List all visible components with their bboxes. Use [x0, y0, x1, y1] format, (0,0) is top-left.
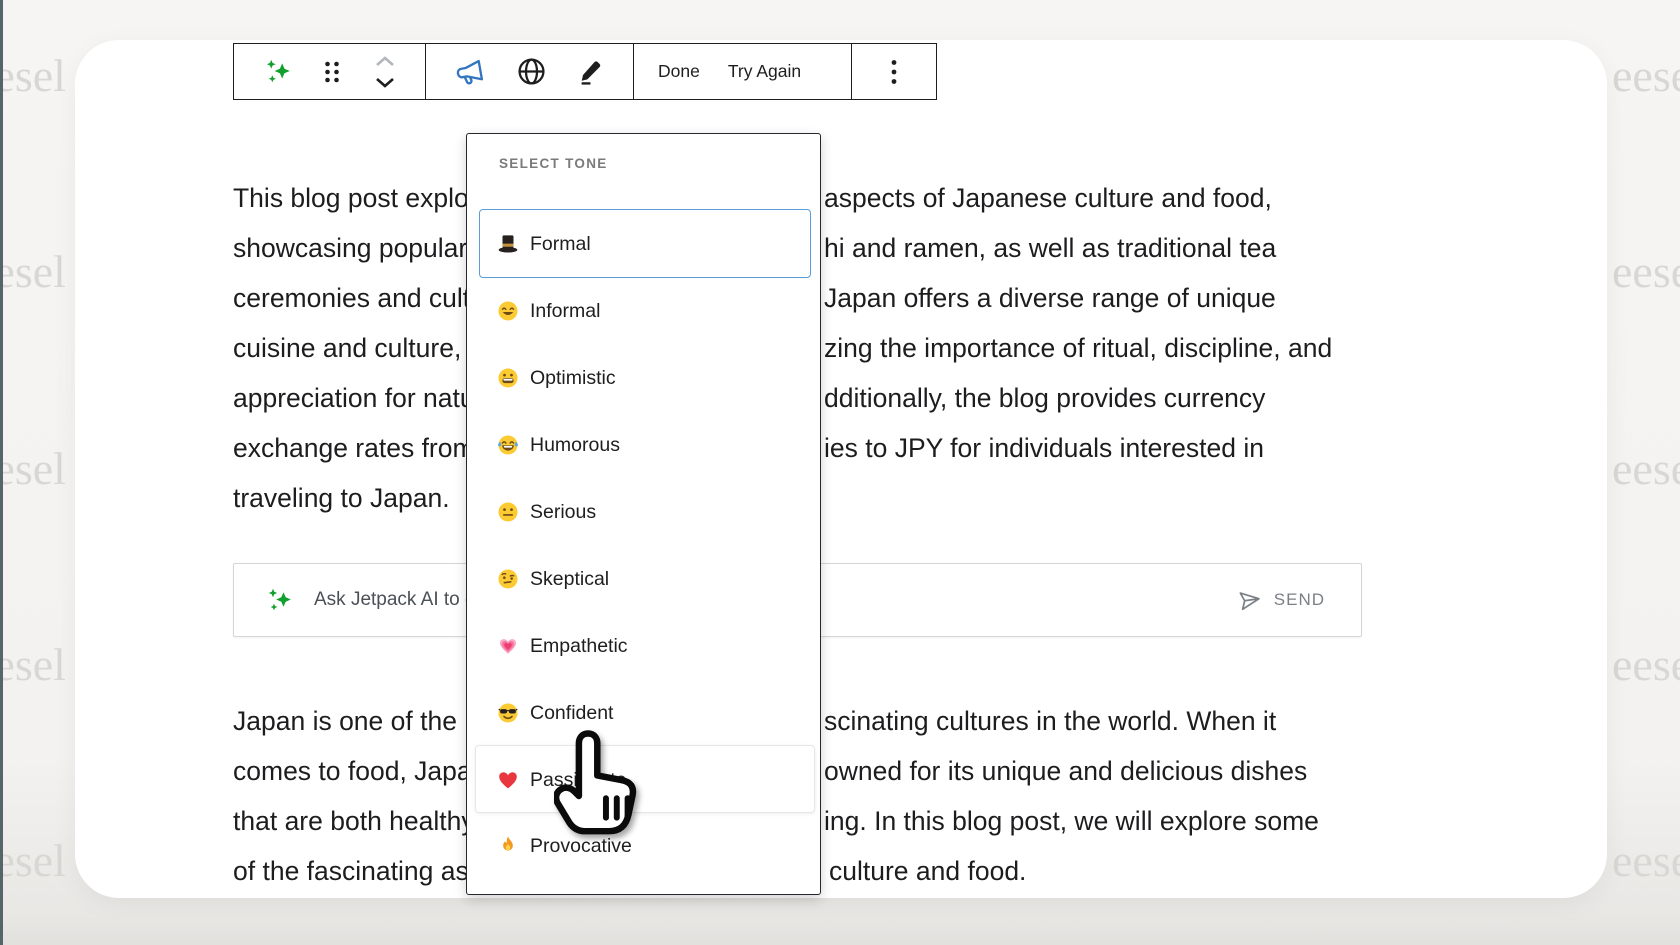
paragraph-line-left-fragment: showcasing popular dishes like sus [233, 223, 466, 273]
watermark-text: eesel [1612, 245, 1680, 298]
more-options-button[interactable] [888, 56, 900, 88]
translate-button[interactable] [514, 54, 549, 89]
drag-handle-icon [322, 59, 342, 85]
watermark-text: eesel [0, 49, 66, 102]
red-heart-icon [497, 769, 519, 791]
paragraph-line-right-fragment: aspects of Japanese culture and food, [824, 173, 1272, 223]
paragraph-line-right-fragment: owned for its unique and delicious dishe… [824, 746, 1307, 796]
tone-option-empathetic[interactable]: Empathetic [467, 629, 820, 663]
sunglasses-face-icon [497, 702, 519, 724]
send-button[interactable]: SEND [1238, 588, 1361, 612]
tone-option-serious[interactable]: Serious [467, 495, 820, 529]
try-again-button[interactable]: Try Again [728, 61, 801, 82]
move-block-controls [372, 54, 398, 90]
tone-option-optimistic[interactable]: Optimistic [467, 361, 820, 395]
paragraph-line-right-fragment: ing. In this blog post, we will explore … [824, 796, 1319, 846]
jetpack-ai-sparkles-icon [264, 58, 291, 85]
tone-option-label: Serious [530, 501, 596, 524]
paragraph-line-left-fragment: ceremonies and cultural practices. [233, 273, 466, 323]
edit-button[interactable] [575, 56, 607, 88]
toolbar-group-ai-actions [426, 44, 634, 99]
smiling-face-icon [497, 300, 519, 322]
globe-translate-icon [516, 56, 547, 87]
grinning-face-icon [497, 367, 519, 389]
toolbar-group-more [852, 44, 936, 99]
jetpack-ai-sparkles-icon [266, 587, 292, 613]
paragraph-line-right-fragment: Japan offers a diverse range of unique [824, 273, 1276, 323]
paragraph-line-left-fragment: This blog post explores various [233, 173, 466, 223]
neutral-face-icon [497, 501, 519, 523]
growing-heart-icon [497, 635, 519, 657]
tone-option-label: Humorous [530, 434, 620, 457]
move-down-button[interactable] [372, 75, 398, 90]
fire-icon [497, 835, 519, 857]
watermark-text: eesel [1612, 49, 1680, 102]
send-plane-icon [1238, 588, 1262, 612]
tone-button[interactable] [452, 54, 488, 90]
kebab-menu-icon [890, 58, 898, 86]
toolbar-group-block [234, 44, 426, 99]
tone-option-label: Confident [530, 702, 613, 725]
top-hat-icon [497, 233, 519, 255]
tone-option-label: Skeptical [530, 568, 609, 591]
joy-face-icon [497, 434, 519, 456]
watermark-text: eesel [1612, 638, 1680, 691]
window-left-edge [0, 0, 3, 945]
toolbar-group-actions: Done Try Again [634, 44, 852, 99]
drag-handle-button[interactable] [320, 57, 344, 87]
paragraph-line-left-fragment: Japan is one of the most fa [233, 696, 466, 746]
move-down-icon [374, 77, 396, 88]
tone-option-formal[interactable]: Formal [467, 227, 820, 261]
watermark-text: eesel [1612, 442, 1680, 495]
move-up-icon [374, 56, 396, 67]
jetpack-ai-block-button[interactable] [262, 56, 293, 87]
paragraph-line-left-fragment: appreciation for nature and art. A [233, 373, 466, 423]
raised-eyebrow-face-icon [497, 568, 519, 590]
done-button[interactable]: Done [658, 61, 700, 82]
paragraph-line-right-fragment: scinating cultures in the world. When it [824, 696, 1276, 746]
watermark-text: eesel [0, 245, 66, 298]
paragraph-line-left-fragment: that are both healthy and appetiz [233, 796, 466, 846]
paragraph-line-left-fragment: cuisine and culture, emphasi [233, 323, 466, 373]
paragraph-line-right-fragment: hi and ramen, as well as traditional tea [824, 223, 1276, 273]
select-tone-header: SELECT TONE [499, 156, 608, 171]
paragraph-line-left-fragment: exchange rates from various currenc [233, 423, 466, 473]
paragraph-line-right-fragment: ies to JPY for individuals interested in [824, 423, 1264, 473]
paragraph-line-right-fragment: zing the importance of ritual, disciplin… [824, 323, 1332, 373]
megaphone-tone-icon [454, 56, 486, 88]
tone-option-humorous[interactable]: Humorous [467, 428, 820, 462]
paragraph-line-left-fragment: of the fascinating aspects of Japanese [233, 846, 466, 896]
tone-option-confident[interactable]: Confident [467, 696, 820, 730]
paragraph-line-left-fragment: traveling to Japan. [233, 473, 466, 523]
move-up-button[interactable] [372, 54, 398, 69]
tone-option-label: Informal [530, 300, 600, 323]
send-label: SEND [1274, 590, 1325, 610]
pencil-edit-icon [577, 58, 605, 86]
tone-option-skeptical[interactable]: Skeptical [467, 562, 820, 596]
tone-option-label: Formal [530, 233, 591, 256]
watermark-text: eesel [0, 834, 66, 887]
hand-pointer-cursor [554, 729, 646, 843]
paragraph-line-right-fragment: dditionally, the blog provides currency [824, 373, 1265, 423]
watermark-text: eesel [1612, 834, 1680, 887]
watermark-text: eesel [0, 442, 66, 495]
tone-option-label: Optimistic [530, 367, 616, 390]
watermark-text: eesel [0, 638, 66, 691]
paragraph-line-right-fragment: culture and food. [829, 846, 1026, 896]
tone-option-label: Empathetic [530, 635, 628, 658]
block-toolbar: Done Try Again [233, 43, 937, 100]
paragraph-line-left-fragment: comes to food, Japan is ren [233, 746, 466, 796]
tone-option-informal[interactable]: Informal [467, 294, 820, 328]
